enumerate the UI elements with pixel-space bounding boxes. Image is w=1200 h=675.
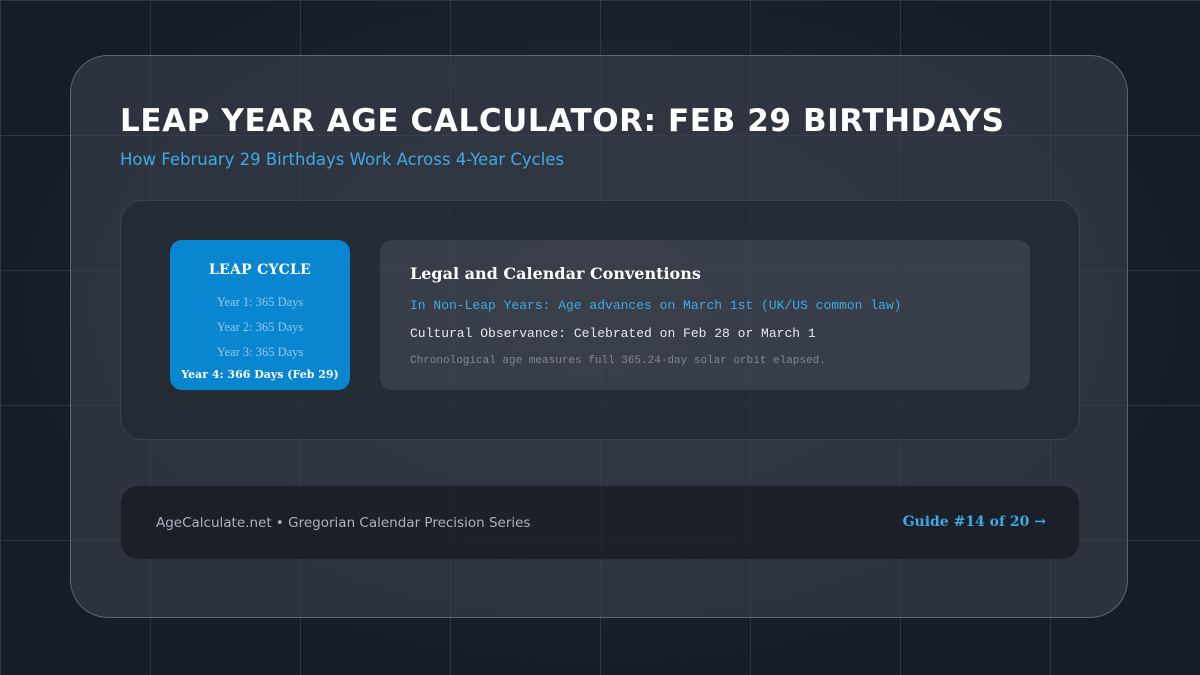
page-subtitle: How February 29 Birthdays Work Across 4-… (120, 150, 565, 169)
footer-series-text: AgeCalculate.net • Gregorian Calendar Pr… (156, 515, 531, 531)
conventions-title: Legal and Calendar Conventions (410, 264, 701, 283)
cycle-year-1: Year 1: 365 Days (216, 295, 304, 309)
leap-cycle-box: LEAP CYCLE Year 1: 365 Days Year 2: 365 … (170, 240, 350, 390)
leap-cycle-title: LEAP CYCLE (208, 262, 312, 278)
convention-cultural: Cultural Observance: Celebrated on Feb 2… (410, 326, 816, 341)
cycle-year-4: Year 4: 366 Days (Feb 29) (181, 368, 339, 381)
cycle-year-3: Year 3: 365 Days (216, 345, 304, 359)
footer-bar: AgeCalculate.net • Gregorian Calendar Pr… (120, 485, 1080, 560)
convention-non-leap: In Non-Leap Years: Age advances on March… (410, 298, 902, 313)
guide-next-link[interactable]: Guide #14 of 20 → (903, 514, 1046, 530)
cycle-year-2: Year 2: 365 Days (216, 320, 304, 334)
conventions-box: Legal and Calendar Conventions In Non-Le… (380, 240, 1030, 390)
convention-chronological: Chronological age measures full 365.24-d… (410, 355, 826, 367)
page-title: LEAP YEAR AGE CALCULATOR: FEB 29 BIRTHDA… (120, 103, 1005, 139)
